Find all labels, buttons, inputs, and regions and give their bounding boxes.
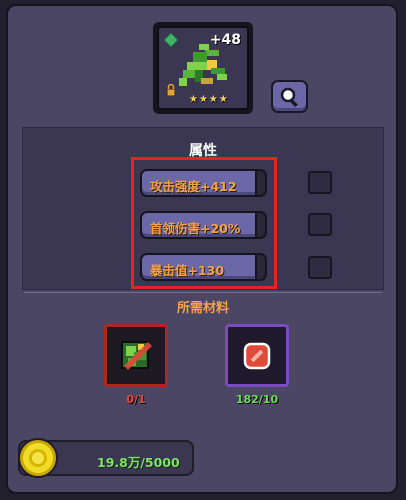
gold-amount: 19.8万/5000 bbox=[97, 455, 180, 470]
material-slot-gem[interactable] bbox=[225, 324, 289, 387]
weapon-icon bbox=[179, 44, 227, 86]
attribute-boss-damage[interactable]: 首领伤害+20% bbox=[140, 211, 267, 239]
material-slot-weapon[interactable] bbox=[104, 324, 168, 387]
attribute-checkbox-attack[interactable] bbox=[308, 171, 332, 194]
attribute-checkbox-boss-damage[interactable] bbox=[308, 213, 332, 236]
lock-icon bbox=[166, 84, 176, 96]
attribute-label: 暴击值+130 bbox=[150, 263, 225, 278]
attribute-attack[interactable]: 攻击强度+412 bbox=[140, 169, 267, 197]
material-count-weapon: 0/1 bbox=[126, 393, 146, 406]
item-slot[interactable]: +48 ★★★★ bbox=[153, 22, 253, 114]
attribute-label: 攻击强度+412 bbox=[150, 179, 237, 194]
weapon-material-icon bbox=[121, 340, 152, 370]
item-card: +48 ★★★★ bbox=[157, 26, 249, 110]
rarity-stars: ★★★★ bbox=[189, 94, 229, 105]
material-count-gem: 182/10 bbox=[235, 393, 279, 406]
divider bbox=[24, 292, 382, 293]
attribute-label: 首领伤害+20% bbox=[150, 221, 241, 236]
magnify-icon bbox=[280, 87, 298, 107]
red-gem-icon bbox=[243, 342, 271, 369]
coin-icon bbox=[18, 438, 58, 478]
magnify-button[interactable] bbox=[271, 80, 308, 113]
materials-title: 所需材料 bbox=[176, 301, 229, 316]
attribute-crit[interactable]: 暴击值+130 bbox=[140, 253, 267, 281]
attribute-checkbox-crit[interactable] bbox=[308, 256, 332, 279]
